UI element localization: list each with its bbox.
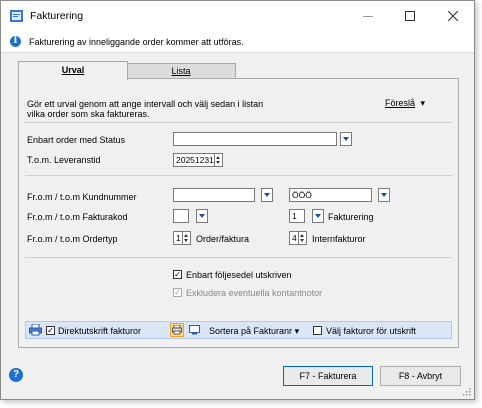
- chevron-down-icon: ▾: [294, 326, 300, 336]
- foljesedel-checkbox[interactable]: ✓: [173, 270, 182, 279]
- maximize-button[interactable]: [390, 1, 430, 31]
- chevron-down-icon: ▾: [420, 98, 426, 108]
- separator: [25, 175, 452, 176]
- print-mode-button[interactable]: [170, 323, 184, 337]
- fakturera-button[interactable]: F7 - Fakturera: [283, 366, 373, 386]
- invoicing-window: Fakturering i Fakturering av inneliggand…: [0, 0, 475, 400]
- ordertyp-to-text: Internfakturor: [312, 234, 366, 244]
- info-icon: i: [10, 36, 21, 47]
- print-toolstrip: ✓ Direktutskrift fakturor Sortera på Fak…: [25, 321, 452, 339]
- leveranstid-spinner[interactable]: [215, 153, 223, 167]
- leveranstid-field[interactable]: 20251231: [173, 153, 215, 167]
- info-message: Fakturering av inneliggande order kommer…: [29, 37, 244, 47]
- fakturakod-to-dropdown[interactable]: [312, 209, 324, 223]
- urval-panel: Gör ett urval genom att ange intervall o…: [18, 78, 459, 348]
- sort-dropdown[interactable]: Sortera på Fakturanr ▾: [209, 326, 299, 337]
- ordertyp-label: Fr.o.m / t.o.m Ordertyp: [27, 234, 118, 244]
- separator: [25, 122, 452, 123]
- kontantnotor-checkbox[interactable]: ✓: [173, 288, 182, 297]
- kundnummer-to-field[interactable]: ÖÖÖ: [289, 188, 372, 202]
- maximize-icon: [405, 11, 415, 21]
- ordertyp-from-text: Order/faktura: [196, 234, 250, 244]
- avbryt-button[interactable]: F8 - Avbryt: [380, 366, 461, 386]
- ordertyp-to-field[interactable]: 4: [289, 231, 299, 245]
- direktutskrift-checkbox[interactable]: ✓: [46, 326, 55, 335]
- kundnummer-label: Fr.o.m / t.o.m Kundnummer: [27, 192, 137, 202]
- resize-grip-icon[interactable]: [463, 388, 471, 396]
- status-field[interactable]: [173, 132, 337, 146]
- tab-urval[interactable]: Urval: [18, 61, 128, 80]
- title-bar: Fakturering: [1, 1, 474, 31]
- separator: [25, 257, 452, 258]
- screen-mode-button[interactable]: [187, 323, 201, 337]
- fakturakod-from-field[interactable]: [173, 209, 189, 223]
- monitor-icon: [188, 325, 200, 335]
- tab-lista[interactable]: Lista: [126, 63, 236, 79]
- printer-icon: [29, 324, 42, 336]
- fakturakod-label: Fr.o.m / t.o.m Fakturakod: [27, 212, 128, 222]
- kundnummer-to-dropdown[interactable]: [378, 188, 390, 202]
- valj-label: Välj fakturor för utskrift: [326, 326, 417, 336]
- valj-checkbox[interactable]: [313, 326, 322, 335]
- status-dropdown[interactable]: [340, 132, 352, 146]
- close-icon: [448, 11, 458, 21]
- minimize-button[interactable]: [348, 1, 388, 31]
- leveranstid-label: T.o.m. Leveranstid: [27, 155, 101, 165]
- ordertyp-to-spinner[interactable]: [299, 231, 307, 245]
- print-settings-button[interactable]: [29, 323, 43, 337]
- fakturakod-to-text: Fakturering: [328, 212, 374, 222]
- foresla-button[interactable]: Föreslå ▾: [385, 98, 425, 109]
- fakturakod-from-dropdown[interactable]: [196, 209, 208, 223]
- minimize-icon: [363, 16, 373, 17]
- close-button[interactable]: [433, 1, 473, 31]
- urval-description: Gör ett urval genom att ange intervall o…: [27, 99, 264, 119]
- direktutskrift-label: Direktutskrift fakturor: [58, 326, 142, 336]
- app-icon: [10, 10, 23, 22]
- kundnummer-from-dropdown[interactable]: [261, 188, 273, 202]
- printer-icon: [172, 325, 182, 335]
- kontantnotor-label: Exkludera eventuella kontantnotor: [186, 288, 323, 298]
- fakturakod-to-field[interactable]: 1: [289, 209, 305, 223]
- ordertyp-from-spinner[interactable]: [183, 231, 191, 245]
- ordertyp-from-field[interactable]: 1: [173, 231, 183, 245]
- window-title: Fakturering: [30, 10, 84, 22]
- help-icon[interactable]: ?: [9, 368, 23, 382]
- info-bar: i Fakturering av inneliggande order komm…: [1, 31, 474, 53]
- foljesedel-label: Enbart följesedel utskriven: [186, 270, 292, 280]
- kundnummer-from-field[interactable]: [173, 188, 255, 202]
- status-label: Enbart order med Status: [27, 135, 126, 145]
